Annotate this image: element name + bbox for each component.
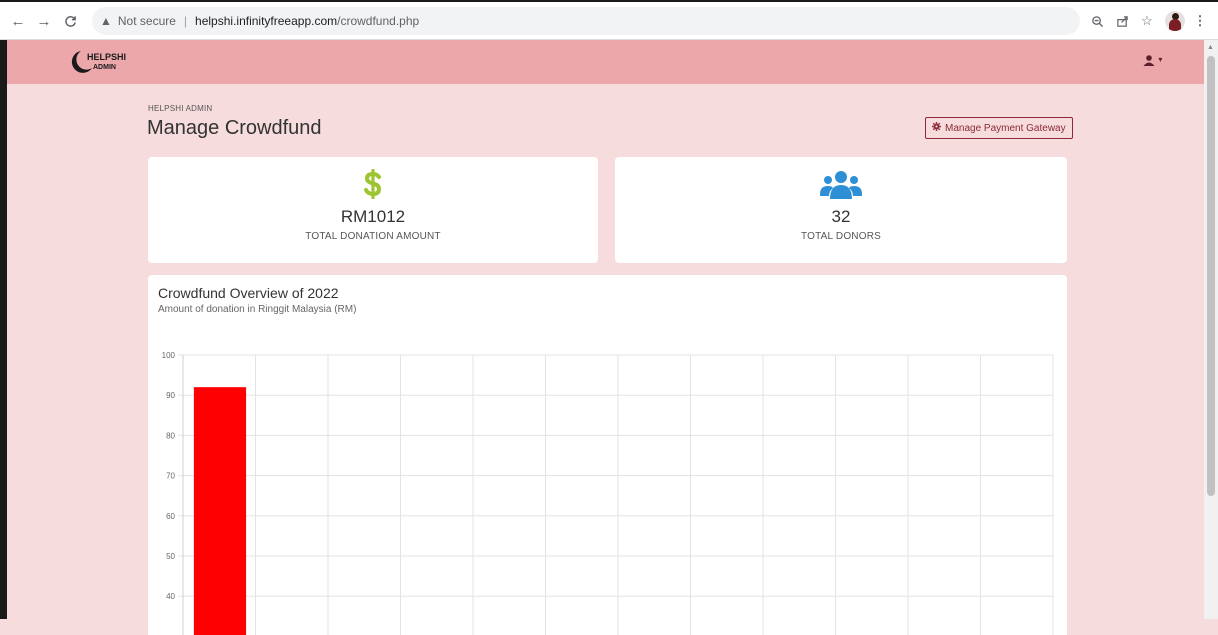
- scroll-up-icon[interactable]: ▲: [1207, 44, 1214, 51]
- users-icon: [615, 169, 1067, 204]
- profile-avatar[interactable]: [1165, 11, 1185, 31]
- zoom-icon[interactable]: [1087, 11, 1107, 31]
- scrollbar-thumb[interactable]: [1207, 56, 1215, 496]
- window-edge: [0, 40, 7, 619]
- page-title: Manage Crowdfund: [147, 117, 322, 139]
- warning-icon[interactable]: ▲: [100, 14, 112, 28]
- user-icon: [1143, 55, 1158, 69]
- breadcrumb: HELPSHI ADMIN: [148, 104, 213, 113]
- y-tick-label: 40: [166, 592, 175, 601]
- gear-icon: [932, 122, 941, 134]
- app-logo[interactable]: HELPSHI ADMIN: [67, 48, 137, 76]
- security-label: Not secure: [117, 14, 176, 28]
- chart-bar: [193, 387, 247, 635]
- share-icon[interactable]: [1112, 11, 1132, 31]
- page-scrollbar[interactable]: ▲: [1204, 40, 1218, 619]
- logo-text-bottom: ADMIN: [93, 64, 116, 71]
- total-donors-card: 32 TOTAL DONORS: [615, 157, 1067, 263]
- y-tick-label: 70: [166, 472, 175, 481]
- y-tick-label: 100: [162, 351, 176, 360]
- crowdfund-bar-chart: 40 50 60 70 80 90 100: [162, 351, 1054, 635]
- url-host: helpshi.infinityfreeapp.com: [195, 14, 338, 28]
- app-header: HELPSHI ADMIN ▾: [7, 40, 1204, 84]
- back-icon[interactable]: ←: [8, 11, 28, 31]
- kebab-menu-icon[interactable]: ⋮: [1190, 11, 1210, 31]
- chevron-down-icon: ▾: [1158, 55, 1163, 64]
- total-donation-card: RM1012 TOTAL DONATION AMOUNT: [148, 157, 598, 263]
- dollar-icon: [148, 168, 598, 204]
- browser-toolbar: ← → ▲ Not secure | helpshi.infinityfreea…: [0, 0, 1218, 40]
- address-bar[interactable]: ▲ Not secure | helpshi.infinityfreeapp.c…: [92, 7, 1080, 35]
- crowdfund-chart-card: Crowdfund Overview of 2022 Amount of don…: [148, 275, 1067, 635]
- user-menu-toggle[interactable]: ▾: [1143, 55, 1162, 69]
- manage-payment-gateway-label: Manage Payment Gateway: [945, 122, 1066, 134]
- y-tick-label: 80: [166, 431, 175, 440]
- y-tick-label: 50: [166, 552, 175, 561]
- total-donors-value: 32: [831, 207, 851, 226]
- address-separator: |: [183, 14, 188, 28]
- y-tick-label: 60: [166, 512, 175, 521]
- reload-icon[interactable]: [60, 11, 80, 31]
- bookmark-star-icon[interactable]: ☆: [1137, 11, 1157, 31]
- y-tick-label: 90: [166, 391, 175, 400]
- logo-text-top: HELPSHI: [87, 52, 126, 62]
- url-path: /crowdfund.php: [337, 14, 420, 28]
- total-donors-label: TOTAL DONORS: [800, 231, 881, 242]
- manage-payment-gateway-button[interactable]: Manage Payment Gateway: [925, 117, 1073, 139]
- forward-icon[interactable]: →: [34, 11, 54, 31]
- total-donation-value: RM1012: [340, 207, 406, 226]
- total-donation-label: TOTAL DONATION AMOUNT: [305, 231, 441, 242]
